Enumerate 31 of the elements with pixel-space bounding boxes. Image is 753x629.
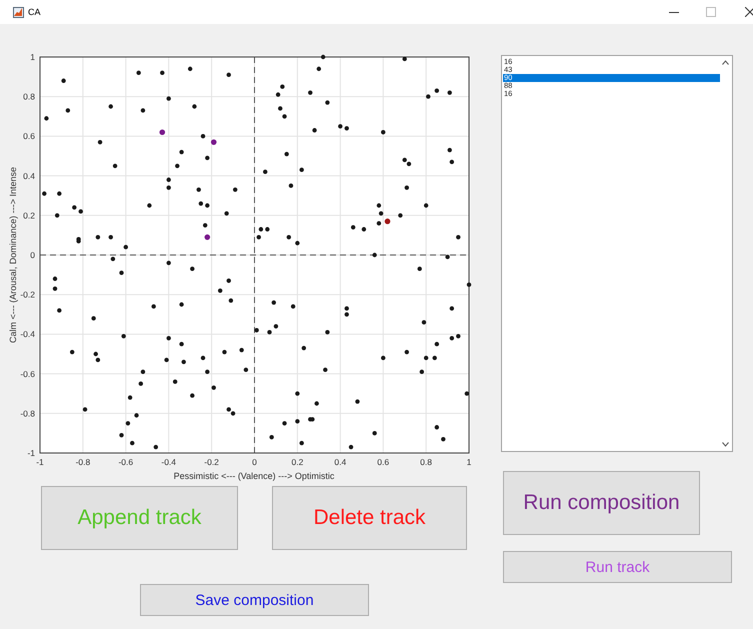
tick-label: -1 <box>27 448 35 458</box>
app-icon <box>13 6 24 18</box>
tick-label: 0.8 <box>420 457 432 467</box>
scroll-up-icon[interactable] <box>722 60 729 65</box>
tick-label: -0.2 <box>204 457 219 467</box>
tick-label: -0.4 <box>20 329 35 340</box>
x-axis-label: Pessimistic <--- (Valence) ---> Optimistic <box>174 471 334 481</box>
tick-label: 0.4 <box>334 457 346 467</box>
close-icon[interactable] <box>745 7 753 17</box>
run-composition-button[interactable]: Run composition <box>503 471 700 535</box>
tick-label: -0.8 <box>76 457 90 467</box>
tick-label: -0.2 <box>20 290 35 300</box>
tick-label: 0.6 <box>23 131 35 142</box>
tick-label: -1 <box>36 457 44 467</box>
tick-label: 0 <box>30 250 35 260</box>
tick-label: -0.6 <box>20 368 35 379</box>
y-axis-label: Calm <--- (Arousal, Dominance) ---> Intense <box>8 166 18 344</box>
tick-label: -0.8 <box>20 408 35 418</box>
tick-label: 0.2 <box>23 210 35 220</box>
tick-label: 1 <box>30 52 35 62</box>
tick-label: -0.6 <box>118 457 134 467</box>
tick-label: 1 <box>466 457 472 467</box>
tick-label: 0.4 <box>23 170 35 181</box>
scroll-down-icon[interactable] <box>722 442 729 447</box>
tick-label: 0.2 <box>291 457 304 467</box>
save-composition-button[interactable]: Save composition <box>140 584 369 616</box>
tick-label: 0 <box>252 457 257 467</box>
tick-label: -0.4 <box>161 457 176 467</box>
tick-label: 0.6 <box>377 457 390 467</box>
tick-label: 0.8 <box>23 92 35 102</box>
window-title: CA <box>28 7 41 17</box>
